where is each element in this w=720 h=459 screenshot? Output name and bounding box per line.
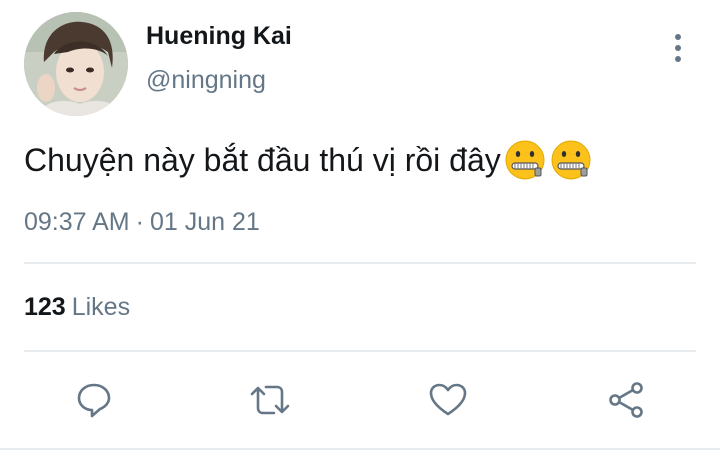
tweet-card: Huening Kai @ningning Chuyện này bắt đầu…	[0, 0, 720, 459]
likes-count: 123	[24, 293, 66, 321]
heart-icon	[429, 383, 467, 416]
more-vertical-icon[interactable]	[664, 30, 692, 66]
tweet-text: Chuyện này bắt đầu thú vị rồi đây	[24, 138, 593, 182]
user-handle[interactable]: @ningning	[146, 66, 266, 95]
likes-stat[interactable]: 123 Likes	[24, 293, 130, 322]
display-name[interactable]: Huening Kai	[146, 22, 292, 51]
meta-separator: ·	[135, 208, 144, 236]
bottom-divider	[0, 448, 720, 450]
divider	[24, 262, 696, 264]
zipper-mouth-face-emoji	[505, 140, 545, 180]
likes-label: Likes	[71, 293, 131, 321]
tweet-date: 01 Jun 21	[149, 208, 260, 236]
divider	[24, 350, 696, 352]
more-dot	[675, 56, 681, 62]
more-dot	[675, 45, 681, 51]
zipper-mouth-face-emoji	[551, 140, 591, 180]
more-dot	[675, 34, 681, 40]
tweet-timestamp[interactable]: 09:37 AM · 01 Jun 21	[24, 208, 260, 237]
retweet-icon	[250, 385, 290, 415]
reply-button[interactable]	[66, 372, 122, 428]
share-button[interactable]	[598, 372, 654, 428]
avatar-photo	[24, 12, 128, 116]
reply-icon	[77, 383, 111, 418]
share-icon	[609, 382, 643, 418]
action-bar	[0, 372, 720, 428]
avatar[interactable]	[24, 12, 128, 116]
retweet-button[interactable]	[242, 372, 298, 428]
tweet-time: 09:37 AM	[24, 208, 130, 236]
tweet-text-body: Chuyện này bắt đầu thú vị rồi đây	[24, 141, 501, 178]
like-button[interactable]	[420, 372, 476, 428]
